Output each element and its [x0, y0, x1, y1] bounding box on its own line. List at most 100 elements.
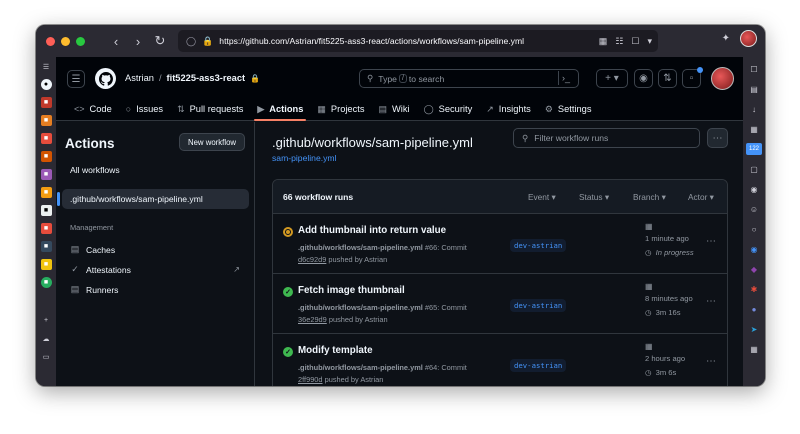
workflow-sam-pipeline-link[interactable]: .github/workflows/sam-pipeline.yml: [57, 189, 249, 209]
tab-icon[interactable]: ■: [40, 205, 52, 216]
tab-icon[interactable]: ■: [40, 97, 52, 108]
owner-link[interactable]: Astrian: [125, 73, 154, 83]
tab-settings[interactable]: ⚙ Settings: [538, 97, 599, 121]
github-tab-icon[interactable]: ●: [40, 79, 52, 90]
tab-insights[interactable]: ↗ Insights: [479, 97, 538, 121]
maximize-window-button[interactable]: [76, 36, 85, 46]
user-avatar[interactable]: [711, 67, 734, 90]
create-new-button[interactable]: + ▾: [596, 69, 628, 88]
reader-icon[interactable]: ▤: [748, 83, 760, 95]
run-more-options-button[interactable]: ⋯: [706, 356, 716, 367]
rss-icon[interactable]: ◉: [748, 183, 760, 195]
tab-icon[interactable]: ■: [40, 133, 52, 144]
tab-icon[interactable]: ■: [40, 223, 52, 234]
more-options-button[interactable]: ⋯: [707, 128, 728, 148]
run-more-options-button[interactable]: ⋯: [706, 236, 716, 247]
status-filter[interactable]: Status ▾: [579, 192, 609, 202]
tab-label: Code: [89, 104, 112, 114]
tab-code[interactable]: <> Code: [67, 97, 119, 121]
people-icon[interactable]: ☺: [748, 203, 760, 215]
bookmark-icon[interactable]: ☐: [748, 63, 760, 75]
filter-runs-input[interactable]: ⚲ Filter workflow runs: [513, 128, 700, 148]
shield-icon[interactable]: ◯: [186, 36, 196, 47]
workflow-file-link[interactable]: sam-pipeline.yml: [272, 153, 336, 163]
plus-icon[interactable]: +: [41, 315, 52, 326]
tab-icon[interactable]: ■: [40, 151, 52, 162]
globe-icon[interactable]: ◉: [748, 243, 760, 255]
tab-issues[interactable]: ○ Issues: [119, 97, 170, 121]
pull-request-icon: ⇅: [177, 103, 185, 114]
minimize-window-button[interactable]: [61, 36, 70, 46]
actor-filter[interactable]: Actor ▾: [688, 192, 714, 202]
notification-badge[interactable]: 122: [746, 143, 762, 155]
dropdown-icon[interactable]: ▾: [647, 36, 652, 47]
telegram-icon[interactable]: ➤: [748, 323, 760, 335]
layers-icon[interactable]: ☰: [41, 61, 52, 72]
tab-icon[interactable]: ■: [40, 241, 52, 252]
tab-security[interactable]: ◯ Security: [417, 97, 480, 121]
forward-icon[interactable]: ›: [129, 32, 147, 50]
tab-icon[interactable]: ■: [40, 169, 52, 180]
branch-label[interactable]: dev-astrian: [510, 239, 567, 252]
commit-link[interactable]: 36e29d9: [298, 315, 327, 324]
copilot-icon[interactable]: ◉: [634, 69, 653, 88]
app-icon[interactable]: ✱: [748, 283, 760, 295]
workflow-run-row[interactable]: ✓ Modify template .github/workflows/sam-…: [273, 334, 727, 386]
tab-icon[interactable]: ■: [40, 187, 52, 198]
attestations-link[interactable]: ✓ Attestations ↗: [70, 264, 240, 275]
branch-label[interactable]: dev-astrian: [510, 299, 567, 312]
tab-icon[interactable]: ■: [40, 259, 52, 270]
grid-icon[interactable]: ▦: [748, 343, 760, 355]
search-input[interactable]: ⚲ Type / to search: [359, 69, 579, 88]
caches-link[interactable]: ▤ Caches: [70, 244, 240, 255]
discord-icon[interactable]: ●: [748, 303, 760, 315]
github-logo-icon[interactable]: [95, 68, 116, 89]
all-workflows-link[interactable]: All workflows: [62, 160, 249, 180]
commit-link[interactable]: d6c92d9: [298, 255, 326, 264]
commit-link[interactable]: 2ff990d: [298, 375, 323, 384]
run-title[interactable]: Modify template: [298, 345, 373, 356]
address-bar[interactable]: ◯ 🔒 https://github.com/Astrian/fit5225-a…: [178, 30, 658, 52]
runners-link[interactable]: ▤ Runners: [70, 284, 240, 295]
extensions-icon[interactable]: ✦: [722, 33, 730, 44]
tab-pull-requests[interactable]: ⇅ Pull requests: [170, 97, 250, 121]
reload-icon[interactable]: ↻: [151, 32, 169, 50]
pull-requests-icon[interactable]: ⇅: [658, 69, 677, 88]
bookmark-icon[interactable]: ☐: [631, 36, 639, 47]
workflow-run-row[interactable]: Add thumbnail into return value .github/…: [273, 214, 727, 274]
run-more-options-button[interactable]: ⋯: [706, 296, 716, 307]
download-icon[interactable]: ↓: [748, 103, 760, 115]
branch-label[interactable]: dev-astrian: [510, 359, 567, 372]
tab-projects[interactable]: ▦ Projects: [310, 97, 371, 121]
external-link-icon: ↗: [233, 265, 240, 274]
run-title[interactable]: Fetch image thumbnail: [298, 285, 405, 296]
event-filter[interactable]: Event ▾: [528, 192, 556, 202]
new-workflow-button[interactable]: New workflow: [179, 133, 245, 151]
run-time: 2 hours ago: [645, 354, 685, 363]
menu-icon[interactable]: ☰: [67, 70, 85, 88]
trash-icon[interactable]: ▭: [41, 351, 52, 362]
management-heading: Management: [70, 223, 114, 232]
back-icon[interactable]: ‹: [107, 32, 125, 50]
play-icon: ▶: [257, 103, 265, 114]
branch-filter[interactable]: Branch ▾: [633, 192, 666, 202]
tab-wiki[interactable]: ▤ Wiki: [371, 97, 416, 121]
repo-link[interactable]: fit5225-ass3-react: [167, 73, 246, 83]
close-window-button[interactable]: [46, 36, 55, 46]
profile-avatar[interactable]: [740, 30, 757, 47]
cloud-icon[interactable]: ☁: [41, 333, 52, 344]
stopwatch-icon: ◷: [645, 308, 652, 317]
run-number: #66: Commit: [424, 243, 467, 252]
window-icon[interactable]: ▢: [748, 163, 760, 175]
run-title[interactable]: Add thumbnail into return value: [298, 225, 446, 236]
chat-icon[interactable]: ○: [748, 223, 760, 235]
app-icon[interactable]: ◆: [748, 263, 760, 275]
calendar-icon[interactable]: ▦: [748, 123, 760, 135]
tab-icon[interactable]: ■: [40, 115, 52, 126]
command-palette-icon[interactable]: ›_: [558, 71, 573, 85]
translate-icon[interactable]: ☷: [615, 36, 623, 47]
workflow-run-row[interactable]: ✓ Fetch image thumbnail .github/workflow…: [273, 274, 727, 334]
tab-icon[interactable]: ■: [40, 277, 52, 288]
qr-code-icon[interactable]: ▦: [599, 36, 608, 47]
tab-actions[interactable]: ▶ Actions: [250, 97, 310, 121]
